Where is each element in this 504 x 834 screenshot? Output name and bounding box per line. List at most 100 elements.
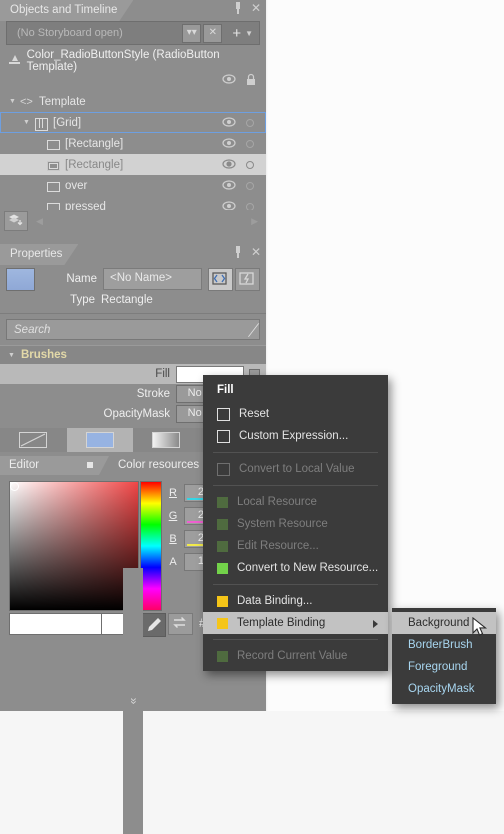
submenu-item-foreground[interactable]: Foreground xyxy=(392,656,496,678)
search-clear-icon[interactable]: ╱ xyxy=(242,323,256,337)
menu-item-record-current-value: Record Current Value xyxy=(203,645,388,667)
menu-item-label: Reset xyxy=(239,408,270,420)
binding-swatch-icon xyxy=(217,617,228,629)
twisty-icon[interactable]: ▼ xyxy=(8,352,15,359)
close-icon[interactable]: ✕ xyxy=(250,2,262,15)
menu-item-label: Data Binding... xyxy=(237,595,313,607)
color-compare-strip xyxy=(9,613,137,635)
twisty-icon[interactable]: ▼ xyxy=(22,118,31,127)
eye-icon[interactable] xyxy=(222,137,236,149)
type-label: Type xyxy=(70,293,95,306)
current-color-swatch[interactable] xyxy=(9,613,102,635)
menu-item-local-resource: Local Resource xyxy=(203,491,388,513)
eye-icon[interactable] xyxy=(222,73,236,85)
channel-r-label: R xyxy=(169,487,177,499)
layers-down-icon[interactable] xyxy=(4,211,28,231)
tree-item-label: [Rectangle] xyxy=(65,137,124,150)
menu-item-label: Custom Expression... xyxy=(239,430,349,442)
tree-row[interactable]: over xyxy=(0,175,266,196)
fill-context-menu: Fill Reset Custom Expression... Convert … xyxy=(203,375,388,671)
return-scope-icon[interactable] xyxy=(8,54,21,67)
storyboard-status: (No Storyboard open) xyxy=(17,27,123,39)
eye-icon[interactable] xyxy=(222,116,236,128)
type-value: Rectangle xyxy=(101,293,153,306)
element-thumbnail xyxy=(6,267,35,291)
menu-item-label: Convert to Local Value xyxy=(239,463,355,475)
grid-icon xyxy=(34,117,48,131)
tab-color-resources[interactable]: Color resources xyxy=(109,456,218,475)
swap-colors-icon[interactable] xyxy=(168,613,193,635)
tree-row[interactable]: [Rectangle] xyxy=(0,154,266,175)
tree-row[interactable]: ▼ <> Template xyxy=(0,91,266,112)
template-scope-header[interactable]: Color_RadioButtonStyle (RadioButton Temp… xyxy=(0,48,266,73)
rectangle-icon xyxy=(46,180,60,192)
menu-separator xyxy=(213,639,378,640)
tree-row[interactable]: ▼ [Grid] xyxy=(0,112,266,133)
menu-item-label: Convert to New Resource... xyxy=(237,562,379,574)
pin-icon[interactable] xyxy=(232,2,244,15)
close-icon[interactable]: ✕ xyxy=(250,246,262,259)
channel-g-label: G xyxy=(168,510,178,522)
eye-icon[interactable] xyxy=(222,179,236,191)
name-input[interactable]: <No Name> xyxy=(103,268,202,290)
template-scope-title: Color_RadioButtonStyle (RadioButton Temp… xyxy=(26,48,220,73)
menu-item-edit-resource: Edit Resource... xyxy=(203,535,388,557)
storyboard-add-button[interactable]: + xyxy=(232,26,241,41)
menu-item-label: System Resource xyxy=(237,518,328,530)
properties-panel-tabstrip: Properties ✕ xyxy=(0,244,266,265)
lock-icon[interactable] xyxy=(245,73,257,86)
tab-properties[interactable]: Properties xyxy=(0,244,78,265)
rectangle-icon xyxy=(46,138,60,150)
menu-item-label: Record Current Value xyxy=(237,650,348,662)
menu-item-custom-expression[interactable]: Custom Expression... xyxy=(203,425,388,447)
element-name-row: Name <No Name> xyxy=(0,267,266,291)
search-input[interactable]: Search ╱ xyxy=(6,319,260,340)
gradient-brush-tab[interactable] xyxy=(133,428,200,452)
menu-item-system-resource: System Resource xyxy=(203,513,388,535)
menu-item-template-binding[interactable]: Template Binding xyxy=(203,612,388,634)
saturation-value-box[interactable] xyxy=(9,481,139,611)
menu-item-convert-to-local-value: Convert to Local Value xyxy=(203,458,388,480)
lock-toggle-dot[interactable] xyxy=(246,140,254,148)
resource-swatch-icon xyxy=(217,650,228,662)
menu-item-reset[interactable]: Reset xyxy=(203,403,388,425)
storyboard-close-button[interactable]: ✕ xyxy=(203,23,223,43)
menu-item-data-binding[interactable]: Data Binding... xyxy=(203,590,388,612)
context-menu-title: Fill xyxy=(217,384,234,396)
no-brush-tab[interactable] xyxy=(0,428,67,452)
events-icon[interactable] xyxy=(208,267,233,291)
solid-color-brush-tab[interactable] xyxy=(66,428,133,452)
storyboard-collapse-button[interactable]: ▾▾ xyxy=(182,23,202,43)
tab-editor[interactable]: Editor xyxy=(0,456,109,475)
triangle-left-icon[interactable]: ◀ xyxy=(36,216,43,227)
twisty-icon[interactable]: ▼ xyxy=(8,97,17,106)
storyboard-dropdown-button[interactable]: ▼ xyxy=(245,29,253,38)
brushes-header-label: Brushes xyxy=(20,349,67,361)
lock-toggle-dot[interactable] xyxy=(246,182,254,190)
objects-panel-toolbar: ◀ ▶ xyxy=(0,210,266,232)
search-placeholder: Search xyxy=(14,323,51,336)
tree-item-label: Template xyxy=(39,95,86,108)
submenu-item-opacitymask[interactable]: OpacityMask xyxy=(392,678,496,700)
lock-toggle-dot[interactable] xyxy=(246,119,254,127)
brushes-section-header[interactable]: ▼ Brushes xyxy=(0,345,266,364)
resource-swatch-icon xyxy=(217,496,228,508)
resource-swatch-icon xyxy=(217,518,228,530)
triangle-right-icon[interactable]: ▶ xyxy=(251,216,258,227)
binding-swatch-icon xyxy=(217,595,228,607)
expand-panel-chevron-icon[interactable]: » xyxy=(123,568,143,834)
menu-item-label: Local Resource xyxy=(237,496,317,508)
hue-gradient-strip[interactable] xyxy=(140,481,162,611)
channel-b-label: B xyxy=(169,533,177,545)
opacitymask-label: OpacityMask xyxy=(103,408,170,420)
checkbox-icon xyxy=(217,407,230,421)
tab-objects-and-timeline[interactable]: Objects and Timeline xyxy=(0,0,133,21)
pin-icon[interactable] xyxy=(232,246,244,259)
tree-row[interactable]: [Rectangle] xyxy=(0,133,266,154)
objects-and-timeline-panel: Objects and Timeline ✕ (No Storyboard op… xyxy=(0,0,266,232)
eye-icon[interactable] xyxy=(222,158,236,170)
sv-cursor-icon[interactable] xyxy=(10,482,19,491)
properties-icon[interactable] xyxy=(235,267,260,291)
lock-toggle-dot[interactable] xyxy=(246,161,254,169)
menu-item-convert-to-new-resource[interactable]: Convert to New Resource... xyxy=(203,557,388,579)
